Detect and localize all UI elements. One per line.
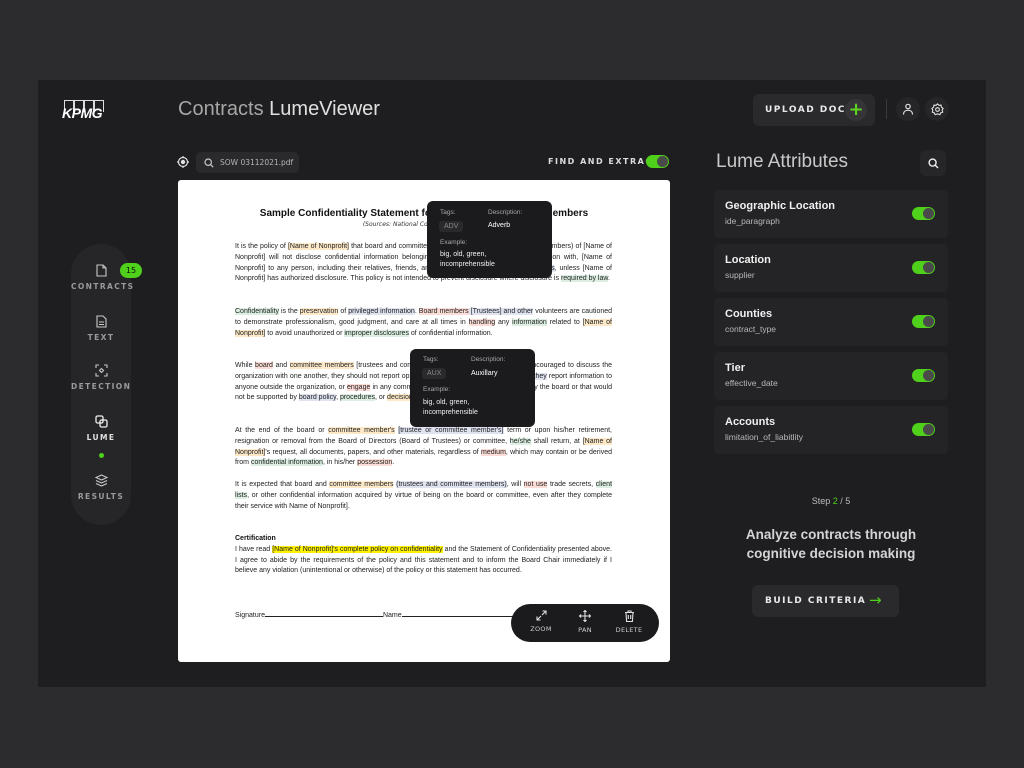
sidebar-item-text[interactable]: TEXT (71, 315, 131, 342)
paragraph-1: It is the policy of [Name of Nonprofit] … (235, 243, 612, 283)
paragraph-2: Confidentiality is the preservation of p… (235, 308, 613, 337)
entity-highlight[interactable]: they (533, 372, 547, 380)
attributes-search-button[interactable] (920, 150, 946, 176)
entity-highlight[interactable]: [trustee or committee member's] (398, 427, 504, 434)
entity-highlight[interactable]: possession (357, 459, 393, 467)
entity-highlight[interactable]: he/she (509, 437, 531, 445)
sidebar-item-results[interactable]: RESULTS (71, 474, 131, 501)
plus-icon: + (845, 99, 867, 121)
certification-heading: Certification (235, 535, 276, 542)
layers-icon (94, 474, 108, 487)
delete-tool-button[interactable]: DELETE (609, 604, 649, 642)
zoom-tool-button[interactable]: ZOOM (521, 604, 561, 642)
entity-highlight[interactable]: procedures (339, 394, 375, 402)
attribute-card: Accounts limitation_of_liabitlity (714, 406, 948, 454)
attributes-title: Lume Attributes (716, 151, 849, 172)
attribute-toggle[interactable] (912, 423, 935, 436)
entity-highlight[interactable]: [Name of Nonprofit] (287, 243, 349, 250)
upload-docs-button[interactable]: UPLOAD DOCS + (753, 94, 875, 126)
paragraph-5: It is expected that board and committee … (235, 481, 613, 510)
expand-icon (535, 610, 547, 621)
wizard-headline: Analyze contracts through cognitive decis… (745, 527, 917, 561)
entity-highlight[interactable]: confidential information (250, 459, 323, 467)
entity-highlight[interactable]: improper disclosures (344, 329, 409, 337)
user-icon (902, 103, 914, 115)
certification-section: Certification I have read [Name of Nonpro… (235, 535, 613, 575)
step-indicator: Step 2 / 5 (811, 496, 851, 506)
entity-highlight[interactable]: privileged information (348, 308, 415, 315)
entity-highlight[interactable]: Confidentiality (235, 308, 279, 315)
attribute-card: Counties contract_type (714, 298, 948, 346)
attribute-card: Tier effective_date (714, 352, 948, 400)
document-text-icon (95, 315, 107, 328)
file-icon (95, 264, 107, 277)
attribute-card: Location supplier (714, 244, 948, 292)
build-criteria-button[interactable]: BUILD CRITERIA → (752, 585, 899, 617)
kpmg-logo: KPMG (62, 100, 106, 121)
attribute-toggle[interactable] (912, 369, 935, 382)
app-title: Contracts LumeViewer (178, 98, 380, 120)
tag-chip: ADV (439, 221, 464, 232)
search-icon (204, 157, 214, 168)
target-icon[interactable] (177, 156, 189, 168)
settings-icon (930, 102, 944, 115)
sidebar-item-detection[interactable]: DETECTION (71, 364, 131, 391)
find-and-extract-toggle[interactable] (646, 155, 669, 168)
entity-highlight[interactable]: committee members (329, 481, 394, 488)
paragraph-4: At the end of the board or committee mem… (235, 427, 613, 467)
attribute-card: Geographic Location ide_paragraph (714, 190, 948, 238)
contracts-count-badge: 15 (120, 263, 142, 278)
app-window: KPMG Contracts LumeViewer UPLOAD DOCS + … (38, 80, 986, 687)
document-title: Sample Confidentiality Statement for Boa… (259, 208, 589, 219)
document-subtitle: (Sources: National Council of Nonprofits… (362, 221, 486, 228)
entity-highlight[interactable]: preservation (299, 308, 339, 315)
entity-highlight[interactable]: not use (523, 481, 548, 488)
tag-tooltip: Tags: ADV Description: Adverb Example: b… (427, 201, 552, 278)
copy-icon (94, 415, 108, 428)
user-button[interactable] (896, 97, 920, 121)
entity-highlight[interactable]: required by law (560, 275, 609, 283)
header-divider (886, 99, 887, 119)
entity-highlight[interactable]: committee member's (328, 427, 395, 434)
find-and-extract-label: FIND AND EXTRACT (548, 157, 660, 166)
entity-highlight[interactable]: [Name of Nonprofit]'s complete policy on… (272, 545, 443, 553)
entity-highlight[interactable]: board policy (298, 394, 337, 402)
entity-highlight[interactable]: handling (468, 318, 496, 326)
entity-highlight[interactable]: medium (481, 448, 506, 456)
entity-highlight[interactable]: committee members (289, 362, 354, 369)
document-tools: ZOOM PAN DELETE (511, 604, 659, 642)
move-icon (579, 610, 591, 622)
attribute-toggle[interactable] (912, 207, 935, 220)
entity-highlight[interactable]: board (255, 362, 273, 369)
file-search-input[interactable]: SOW 03112021.pdf (196, 152, 299, 173)
scan-icon (94, 364, 108, 377)
settings-button[interactable] (925, 97, 949, 121)
active-indicator (99, 453, 104, 458)
tag-chip: AUX (422, 368, 447, 379)
pan-tool-button[interactable]: PAN (565, 604, 605, 642)
sidebar-item-lume[interactable]: LUME (71, 415, 131, 442)
attribute-toggle[interactable] (912, 261, 935, 274)
entity-highlight[interactable]: Board members (418, 308, 469, 315)
arrow-right-icon: → (869, 591, 882, 609)
tag-tooltip: Tags: AUX Description: Auxillary Example… (410, 349, 535, 427)
entity-highlight[interactable]: engage (347, 383, 371, 391)
search-icon (927, 157, 938, 168)
entity-highlight[interactable]: information (512, 318, 547, 326)
trash-icon (624, 610, 634, 622)
attribute-toggle[interactable] (912, 315, 935, 328)
entity-highlight[interactable]: (trustees and committee members) (396, 481, 507, 488)
